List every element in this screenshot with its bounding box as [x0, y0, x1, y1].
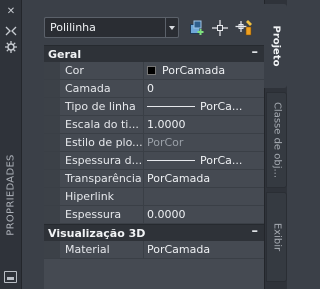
row-gutter	[44, 134, 60, 151]
tab-object-class[interactable]: Classe de obj...	[266, 92, 287, 188]
auto-hide-icon[interactable]	[3, 24, 19, 38]
palette-settings-icon[interactable]	[4, 271, 17, 283]
linetype-value: PorCa...	[200, 100, 243, 113]
property-name: Estilo de plo...	[60, 134, 144, 151]
property-name: Camada	[60, 80, 144, 97]
property-value[interactable]: PorCa...	[144, 98, 264, 115]
palette-title-bar[interactable]: ✕ PROPRIEDADES	[0, 0, 22, 289]
row-gutter	[44, 80, 60, 97]
property-value[interactable]: 1.0000	[144, 116, 264, 133]
property-row-transparency[interactable]: Transparência PorCamada	[44, 170, 264, 188]
property-name: Escala do ti...	[60, 116, 144, 133]
palette-tabs: Projeto Classe de obj... Exibir	[264, 0, 287, 289]
tab-label: Projeto	[270, 25, 281, 67]
property-row-layer[interactable]: Camada 0	[44, 80, 264, 98]
property-value[interactable]: PorCamada	[144, 62, 264, 79]
property-row-color[interactable]: Cor PorCamada	[44, 62, 264, 80]
property-row-thickness[interactable]: Espessura 0.0000	[44, 206, 264, 224]
chevron-down-icon[interactable]	[165, 18, 178, 37]
properties-menu-icon[interactable]	[3, 40, 19, 54]
property-name: Cor	[60, 62, 144, 79]
object-type-value: Polilinha	[50, 21, 96, 34]
row-gutter	[44, 241, 60, 258]
property-value[interactable]: PorCa...	[144, 152, 264, 169]
color-value: PorCamada	[162, 64, 226, 77]
quick-select-icon	[235, 20, 252, 36]
tab-label: Classe de obj...	[271, 101, 282, 179]
property-name: Material	[60, 241, 144, 258]
category-title: Geral	[48, 47, 82, 61]
object-type-select[interactable]: Polilinha	[44, 17, 179, 38]
property-name: Espessura	[60, 206, 144, 223]
property-value[interactable]: 0.0000	[144, 206, 264, 223]
property-row-linetype[interactable]: Tipo de linha PorCa...	[44, 98, 264, 116]
lineweight-value: PorCa...	[200, 154, 243, 167]
properties-panel: Polilinha Geral – Cor PorCamada Camada 0…	[30, 8, 264, 289]
linetype-preview	[147, 106, 195, 107]
property-row-plot-style[interactable]: Estilo de plo... PorCor	[44, 134, 264, 152]
select-objects-button[interactable]	[210, 18, 230, 37]
row-gutter	[44, 116, 60, 133]
tab-projeto[interactable]: Projeto	[264, 4, 287, 88]
row-gutter	[44, 188, 60, 205]
property-row-lineweight[interactable]: Espessura d... PorCa...	[44, 152, 264, 170]
property-value[interactable]	[144, 188, 264, 205]
color-swatch	[147, 66, 156, 75]
property-value[interactable]: PorCamada	[144, 170, 264, 187]
property-value[interactable]: 0	[144, 80, 264, 97]
property-row-material[interactable]: Material PorCamada	[44, 241, 264, 259]
row-gutter	[44, 152, 60, 169]
tab-exibir[interactable]: Exibir	[266, 192, 287, 282]
palette-title: PROPRIEDADES	[5, 154, 17, 236]
property-name: Hiperlink	[60, 188, 144, 205]
property-name: Transparência	[60, 170, 144, 187]
row-gutter	[44, 170, 60, 187]
row-gutter	[44, 206, 60, 223]
crosshair-icon	[212, 19, 228, 36]
tab-label: Exibir	[271, 222, 282, 252]
pickadd-icon	[190, 20, 204, 35]
property-value[interactable]: PorCor	[144, 134, 264, 151]
property-name: Espessura d...	[60, 152, 144, 169]
category-3d-visualization[interactable]: Visualização 3D –	[44, 224, 264, 241]
collapse-icon[interactable]: –	[252, 45, 259, 60]
row-gutter	[44, 98, 60, 115]
quick-select-button[interactable]	[234, 18, 254, 37]
property-name: Tipo de linha	[60, 98, 144, 115]
property-row-linetype-scale[interactable]: Escala do ti... 1.0000	[44, 116, 264, 134]
category-title: Visualização 3D	[48, 226, 146, 240]
category-general[interactable]: Geral –	[44, 45, 264, 62]
toggle-pickadd-button[interactable]	[187, 18, 207, 37]
lineweight-preview	[147, 160, 195, 161]
property-grid: Geral – Cor PorCamada Camada 0 Tipo de l…	[44, 45, 264, 289]
property-value[interactable]: PorCamada	[144, 241, 264, 258]
row-gutter	[44, 62, 60, 79]
property-row-hyperlink[interactable]: Hiperlink	[44, 188, 264, 206]
properties-toolbar: Polilinha	[44, 17, 264, 39]
collapse-icon[interactable]: –	[252, 224, 259, 239]
close-icon[interactable]: ✕	[3, 4, 19, 18]
